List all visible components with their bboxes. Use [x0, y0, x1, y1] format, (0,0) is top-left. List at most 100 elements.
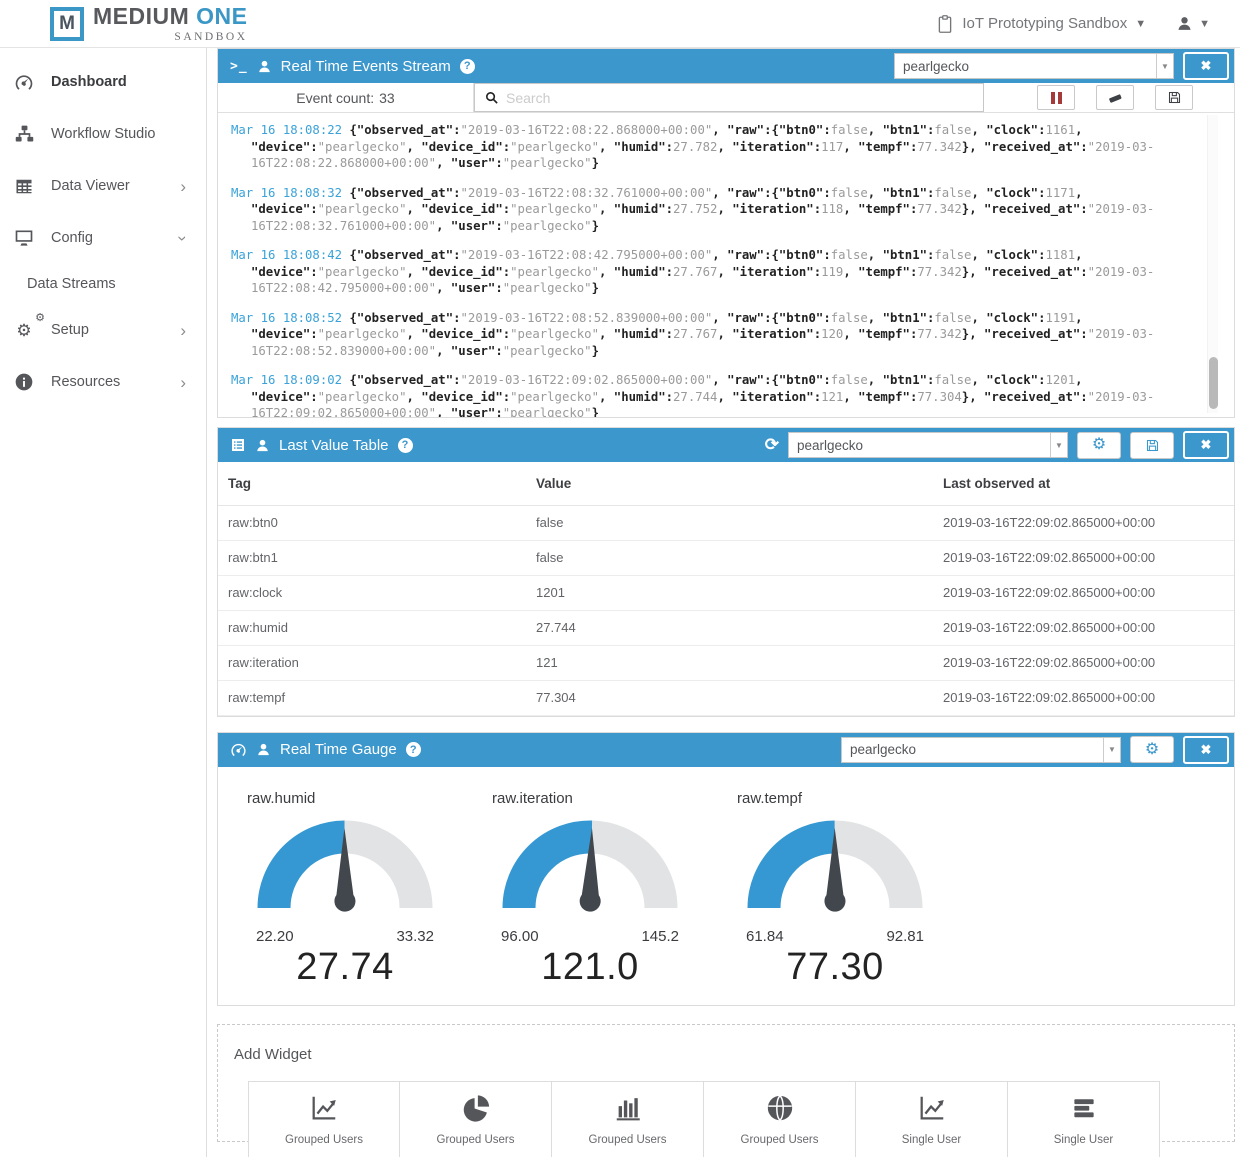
- add-widget-option[interactable]: Grouped Users: [704, 1081, 856, 1157]
- tag-cell: raw:tempf: [218, 680, 526, 715]
- add-widget-option-label: Grouped Users: [589, 1134, 667, 1146]
- table-header-row: Tag Value Last observed at: [218, 462, 1234, 505]
- bar-chart-icon: [613, 1092, 643, 1125]
- close-widget-button[interactable]: ✖: [1183, 736, 1229, 764]
- line-chart-icon: [308, 1092, 340, 1125]
- chevron-right-icon: ›: [180, 374, 186, 391]
- scrollbar-thumb[interactable]: [1209, 357, 1218, 409]
- device-select[interactable]: pearlgecko ▼: [841, 737, 1121, 763]
- widget-title: Last Value Table: [279, 437, 389, 454]
- caret-down-icon: ▼: [1156, 54, 1173, 78]
- help-icon[interactable]: ?: [398, 438, 413, 453]
- gauge-max: 145.2: [641, 928, 679, 945]
- log-entry: Mar 16 18:08:22 {"observed_at":"2019-03-…: [231, 122, 1190, 172]
- pause-button[interactable]: [1037, 85, 1075, 110]
- save-widget-button[interactable]: [1130, 432, 1174, 459]
- topbar: M MEDIUM ONE SANDBOX IoT Prototyping San…: [0, 0, 1240, 48]
- search-box: [474, 83, 984, 112]
- tag-cell: raw:btn0: [218, 505, 526, 540]
- logo-one: ONE: [196, 3, 247, 29]
- device-select[interactable]: pearlgecko ▼: [788, 432, 1068, 458]
- table-icon: [10, 174, 38, 198]
- search-input[interactable]: [506, 90, 936, 106]
- add-widget-option-label: Grouped Users: [285, 1134, 363, 1146]
- add-widget-option[interactable]: Grouped Users: [400, 1081, 552, 1157]
- last-value-table: Tag Value Last observed at raw:btn0false…: [218, 462, 1234, 716]
- log-entry: Mar 16 18:09:02 {"observed_at":"2019-03-…: [231, 372, 1190, 417]
- device-select-value: pearlgecko: [895, 59, 1156, 74]
- gauge: raw.tempf61.8492.8177.30: [735, 790, 935, 989]
- sidebar-item-config[interactable]: Config›: [0, 212, 206, 264]
- add-widget-option[interactable]: Single User: [1008, 1081, 1160, 1157]
- settings-button[interactable]: ⚙: [1130, 736, 1174, 763]
- close-widget-button[interactable]: ✖: [1183, 52, 1229, 80]
- gauge-value: 77.30: [735, 946, 935, 989]
- help-icon[interactable]: ?: [406, 742, 421, 757]
- last-value-table-widget: Last Value Table ? ⟳ pearlgecko ▼ ⚙ ✖ Ta…: [217, 427, 1235, 717]
- project-selector[interactable]: IoT Prototyping Sandbox ▼: [936, 14, 1146, 34]
- project-name: IoT Prototyping Sandbox: [962, 15, 1127, 32]
- save-button[interactable]: [1155, 85, 1193, 110]
- event-log: Mar 16 18:08:22 {"observed_at":"2019-03-…: [218, 113, 1234, 417]
- last-observed-cell: 2019-03-16T22:09:02.865000+00:00: [933, 575, 1234, 610]
- log-entry: Mar 16 18:08:42 {"observed_at":"2019-03-…: [231, 247, 1190, 297]
- workflow-icon: [10, 122, 38, 146]
- gauge-min: 22.20: [256, 928, 294, 945]
- widget-title: Real Time Gauge: [280, 741, 397, 758]
- sidebar-item-workflow-studio[interactable]: Workflow Studio: [0, 108, 206, 160]
- dashboard-icon: [10, 70, 38, 94]
- help-icon[interactable]: ?: [460, 59, 475, 74]
- column-header-value: Value: [526, 462, 933, 505]
- dashboard-icon: [230, 741, 247, 758]
- info-icon: [10, 370, 38, 394]
- eraser-icon: [1107, 90, 1123, 106]
- gauge-dial: [735, 810, 935, 923]
- add-widget-option[interactable]: Single User: [856, 1081, 1008, 1157]
- sidebar-item-data-viewer[interactable]: Data Viewer›: [0, 160, 206, 212]
- sidebar-item-label: Workflow Studio: [51, 126, 156, 142]
- events-stream-header: >_ Real Time Events Stream ? pearlgecko …: [218, 49, 1234, 83]
- header-actions: pearlgecko ▼ ✖: [894, 52, 1229, 80]
- medium-one-logo: M MEDIUM ONE SANDBOX: [50, 5, 248, 43]
- sidebar-item-resources[interactable]: Resources ›: [0, 356, 206, 408]
- gauge-label: raw.iteration: [492, 790, 690, 807]
- sidebar-item-label: Resources: [51, 374, 120, 390]
- sidebar-item-label: Data Streams: [27, 276, 116, 292]
- logo-text: MEDIUM ONE SANDBOX: [93, 5, 248, 43]
- gauge-min: 96.00: [501, 928, 539, 945]
- column-header-tag: Tag: [218, 462, 526, 505]
- refresh-icon[interactable]: ⟳: [765, 435, 779, 455]
- add-widget-option[interactable]: Grouped Users: [552, 1081, 704, 1157]
- sidebar-item-data-streams[interactable]: Data Streams: [0, 264, 206, 304]
- value-cell: 1201: [526, 575, 933, 610]
- add-widget-option[interactable]: Grouped Users: [248, 1081, 400, 1157]
- save-icon: [1167, 90, 1182, 105]
- sidebar-item-dashboard[interactable]: Dashboard: [0, 56, 206, 108]
- clear-button[interactable]: [1096, 85, 1134, 110]
- device-select[interactable]: pearlgecko ▼: [894, 53, 1174, 79]
- sidebar-item-label: Data Viewer: [51, 178, 130, 194]
- add-widget-title: Add Widget: [234, 1046, 1218, 1063]
- add-widget-option-label: Single User: [1054, 1134, 1113, 1146]
- value-cell: 27.744: [526, 610, 933, 645]
- last-observed-cell: 2019-03-16T22:09:02.865000+00:00: [933, 540, 1234, 575]
- close-widget-button[interactable]: ✖: [1183, 431, 1229, 459]
- stream-controls: [1037, 83, 1193, 112]
- user-icon: [1176, 15, 1193, 32]
- table-row: raw:btn1false2019-03-16T22:09:02.865000+…: [218, 540, 1234, 575]
- gauge-label: raw.humid: [247, 790, 445, 807]
- last-observed-cell: 2019-03-16T22:09:02.865000+00:00: [933, 505, 1234, 540]
- table-row: raw:iteration1212019-03-16T22:09:02.8650…: [218, 645, 1234, 680]
- list-icon: [1069, 1092, 1099, 1125]
- line-chart-icon: [916, 1092, 948, 1125]
- close-icon: ✖: [1201, 437, 1212, 453]
- gauge-widget-header: Real Time Gauge ? pearlgecko ▼ ⚙ ✖: [218, 733, 1234, 767]
- last-value-table-body: raw:btn0false2019-03-16T22:09:02.865000+…: [218, 505, 1234, 715]
- settings-button[interactable]: ⚙: [1077, 432, 1121, 459]
- gauge-minmax: 22.2033.32: [245, 928, 445, 945]
- user-menu[interactable]: ▼: [1176, 15, 1210, 32]
- value-cell: 77.304: [526, 680, 933, 715]
- caret-down-icon: ▼: [1199, 18, 1210, 30]
- gauge: raw.humid22.2033.3227.74: [245, 790, 445, 989]
- sidebar-item-setup[interactable]: ⚙⚙Setup›: [0, 304, 206, 356]
